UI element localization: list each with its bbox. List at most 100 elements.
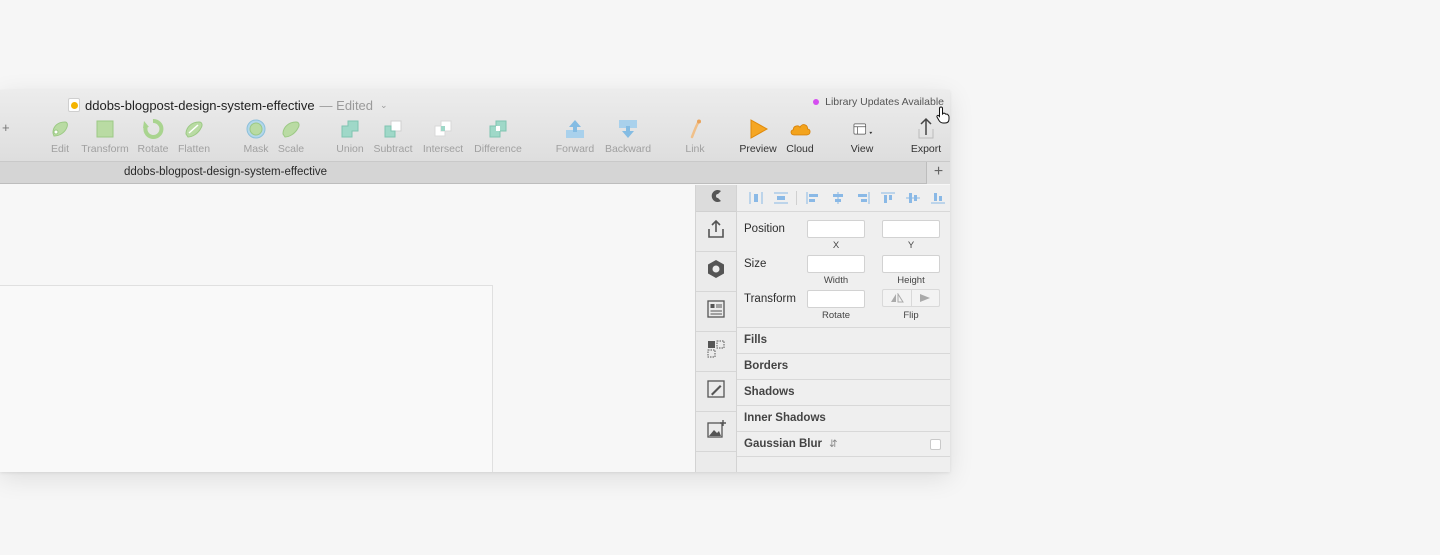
tab-bar: ddobs-blogpost-design-system-effective + (0, 162, 950, 184)
position-y-field[interactable] (882, 220, 940, 238)
align-vertical-center-icon[interactable] (900, 191, 925, 205)
edit-label: Edit (50, 143, 70, 155)
flip-control (882, 289, 940, 307)
rotate-caption: Rotate (822, 310, 850, 321)
intersect-button[interactable]: Intersect (421, 118, 465, 158)
transform-icon (94, 118, 116, 140)
scale-icon (280, 118, 302, 140)
position-x-field[interactable] (807, 220, 865, 238)
sketch-window: ddobs-blogpost-design-system-effective —… (0, 90, 950, 472)
forward-button[interactable]: Forward (554, 118, 596, 158)
y-caption: Y (907, 240, 915, 251)
flatten-button[interactable]: Flatten (176, 118, 212, 158)
craft-icon (708, 188, 724, 209)
edit-icon (49, 118, 71, 140)
inspector-icon-strip (695, 185, 737, 472)
distribute-vertical-icon[interactable] (768, 191, 793, 205)
flip-vertical-icon[interactable] (910, 290, 940, 306)
flatten-icon (183, 118, 205, 140)
fills-header[interactable]: Fills (737, 327, 950, 353)
export-icon (915, 117, 937, 140)
view-button[interactable]: View (845, 118, 879, 158)
width-caption: Width (823, 275, 849, 286)
artboard[interactable] (0, 285, 493, 472)
duplicate-button[interactable] (696, 372, 736, 412)
cloud-icon (789, 118, 811, 140)
flatten-label: Flatten (177, 143, 211, 155)
gaussian-blur-checkbox[interactable] (930, 439, 941, 450)
rotate-field[interactable] (807, 290, 865, 308)
subtract-button[interactable]: Subtract (371, 118, 415, 158)
union-button[interactable]: Union (335, 118, 365, 158)
library-updates-badge[interactable]: Library Updates Available (813, 95, 944, 109)
preview-label: Preview (739, 143, 777, 155)
align-separator (796, 191, 797, 205)
height-caption: Height (897, 275, 925, 286)
transform-button[interactable]: Transform (80, 118, 130, 158)
union-label: Union (336, 143, 364, 155)
symbols-button[interactable] (696, 252, 736, 292)
mask-icon (245, 118, 267, 140)
transform-label: Transform (744, 293, 796, 305)
shadows-title: Shadows (744, 386, 795, 398)
difference-icon (487, 118, 509, 140)
borders-title: Borders (744, 360, 789, 372)
intersect-icon (432, 118, 454, 140)
cloud-button[interactable]: Cloud (783, 118, 817, 158)
mask-button[interactable]: Mask (242, 118, 270, 158)
document-title[interactable]: ddobs-blogpost-design-system-effective —… (68, 96, 388, 114)
library-updates-dot (813, 99, 820, 105)
intersect-label: Intersect (422, 143, 464, 155)
shadows-header[interactable]: Shadows (737, 379, 950, 405)
edit-button[interactable]: Edit (48, 118, 72, 158)
borders-header[interactable]: Borders (737, 353, 950, 379)
blur-type-stepper-icon[interactable]: ⇵ (829, 439, 837, 450)
align-horizontal-center-icon[interactable] (825, 191, 850, 205)
gaussian-blur-header[interactable]: Gaussian Blur ⇵ (737, 431, 950, 457)
position-label: Position (744, 223, 785, 235)
scale-label: Scale (277, 143, 305, 155)
rotate-button[interactable]: Rotate (137, 118, 169, 158)
document-tab[interactable]: ddobs-blogpost-design-system-effective (124, 166, 327, 178)
link-button[interactable]: Link (682, 118, 708, 158)
insert-button[interactable]: + (2, 120, 10, 135)
canvas[interactable] (0, 185, 695, 472)
difference-button[interactable]: Difference (471, 118, 525, 158)
document-icon (68, 98, 80, 112)
size-label: Size (744, 258, 767, 270)
upload-button[interactable] (696, 212, 736, 252)
view-label: View (850, 143, 874, 155)
data-button[interactable] (696, 292, 736, 332)
image-button[interactable] (696, 412, 736, 452)
grid-button[interactable] (696, 332, 736, 372)
align-top-icon[interactable] (875, 191, 900, 205)
chevron-down-icon[interactable]: ⌄ (380, 100, 388, 111)
align-left-icon[interactable] (800, 191, 825, 205)
craft-plugin-button[interactable] (696, 185, 736, 212)
export-label: Export (910, 143, 942, 155)
view-icon (851, 118, 873, 140)
pen-frame-icon (705, 378, 727, 405)
link-label: Link (685, 143, 705, 155)
align-bottom-icon[interactable] (925, 191, 950, 205)
transform-label: Transform (81, 143, 129, 155)
export-button[interactable]: Export (906, 117, 946, 158)
inner-shadows-header[interactable]: Inner Shadows (737, 405, 950, 431)
hexagon-icon (705, 258, 727, 285)
preview-button[interactable]: Preview (738, 118, 778, 158)
preview-icon (747, 118, 769, 140)
cloud-label: Cloud (786, 143, 814, 155)
add-tab-button[interactable]: + (926, 162, 950, 184)
forward-icon (564, 118, 586, 140)
difference-label: Difference (474, 143, 522, 155)
hand-cursor-icon (936, 106, 950, 124)
width-field[interactable] (807, 255, 865, 273)
distribute-horizontal-icon[interactable] (743, 191, 768, 205)
scale-button[interactable]: Scale (276, 118, 306, 158)
height-field[interactable] (882, 255, 940, 273)
align-right-icon[interactable] (850, 191, 875, 205)
backward-button[interactable]: Backward (602, 118, 654, 158)
flip-horizontal-icon[interactable] (883, 290, 911, 306)
mask-label: Mask (243, 143, 269, 155)
alignment-toolbar (737, 185, 950, 212)
